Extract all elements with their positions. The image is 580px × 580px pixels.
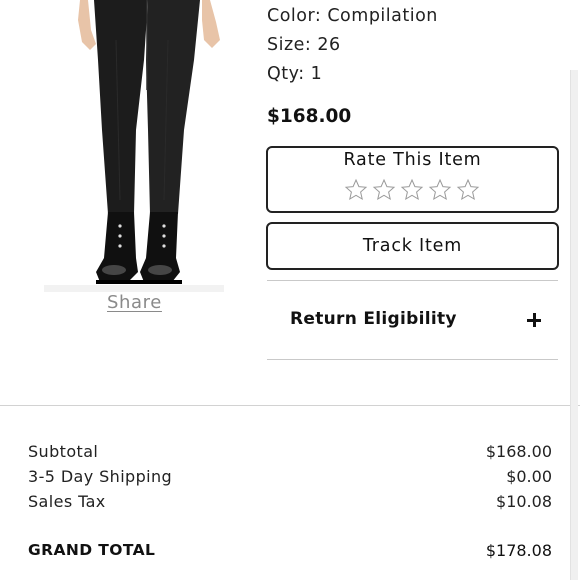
product-price: $168.00 [267, 106, 352, 127]
star-icon[interactable] [428, 178, 452, 202]
shipping-value: $0.00 [506, 467, 552, 486]
rate-item-title: Rate This Item [343, 150, 482, 170]
track-item-button[interactable]: Track Item [266, 222, 559, 270]
subtotal-label: Subtotal [28, 442, 99, 461]
section-divider [0, 405, 580, 406]
return-eligibility-toggle[interactable]: Return Eligibility [290, 309, 457, 329]
share-link[interactable]: Share [107, 292, 161, 313]
product-quantity: Qty: 1 [267, 64, 323, 84]
rate-item-panel: Rate This Item [266, 146, 559, 213]
star-rating[interactable] [344, 178, 480, 202]
divider [267, 280, 558, 281]
star-icon[interactable] [372, 178, 396, 202]
scrollbar[interactable] [570, 70, 578, 580]
grand-total-label: GRAND TOTAL [28, 541, 156, 559]
divider [267, 359, 558, 360]
grand-total-value: $178.08 [485, 541, 552, 560]
product-color: Color: Compilation [267, 6, 438, 26]
star-icon[interactable] [400, 178, 424, 202]
sales-tax-label: Sales Tax [28, 492, 106, 511]
star-icon[interactable] [344, 178, 368, 202]
subtotal-value: $168.00 [485, 442, 552, 461]
shipping-label: 3-5 Day Shipping [28, 467, 173, 486]
star-icon[interactable] [456, 178, 480, 202]
sales-tax-value: $10.08 [496, 492, 552, 511]
product-size: Size: 26 [267, 35, 341, 55]
product-photo-icon [44, 0, 224, 292]
plus-icon[interactable] [527, 313, 541, 327]
product-image[interactable] [44, 0, 224, 292]
